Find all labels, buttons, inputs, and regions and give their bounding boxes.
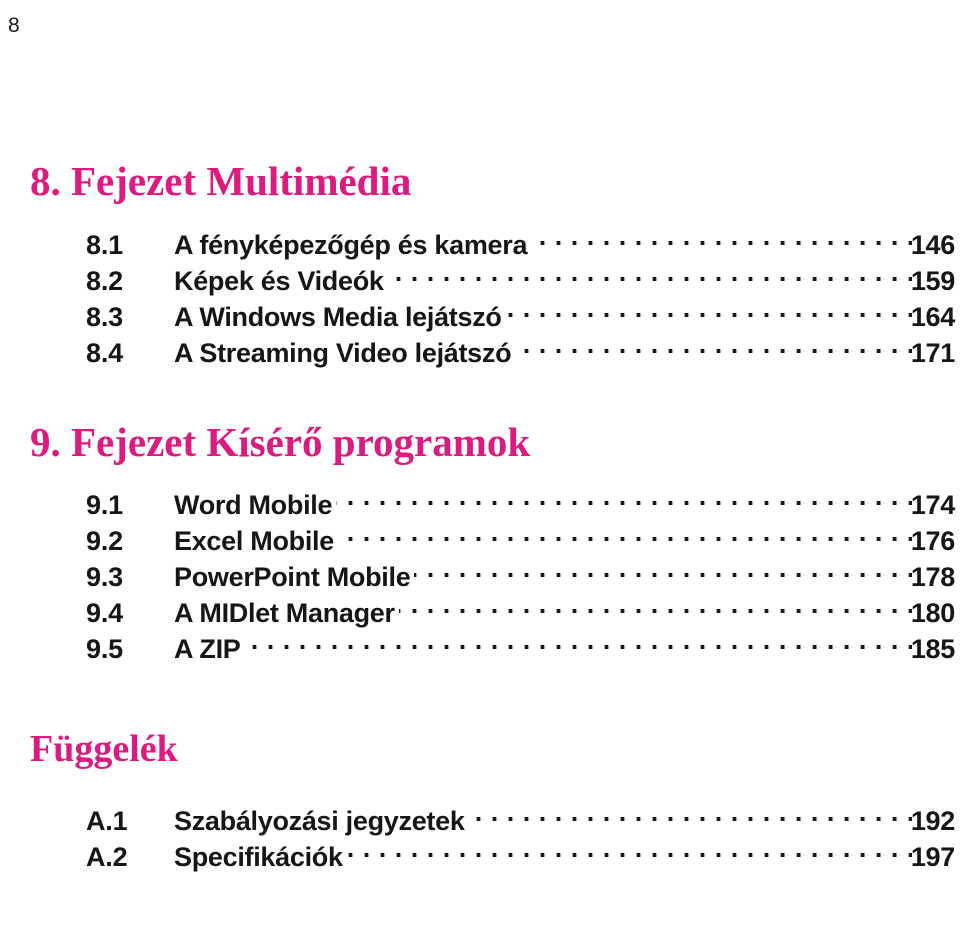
section-chapter-9: 9. Fejezet Kísérő programok — [0, 419, 960, 466]
toc-entry-dot-leader — [531, 227, 912, 254]
section-heading-chapter-9: 9. Fejezet Kísérő programok — [30, 419, 531, 466]
toc-entry-dot-leader — [336, 487, 912, 514]
toc-entry-title: Word Mobile — [174, 489, 333, 520]
toc-entry-title: A MIDlet Manager — [174, 597, 395, 628]
toc-entry-number: 9.2 — [86, 525, 123, 556]
toc-entry-number: 8.2 — [86, 266, 123, 297]
toc-entry[interactable]: 8.1 A fényképezőgép és kamera 146 — [0, 227, 960, 263]
toc-entry-page-number: 174 — [910, 489, 955, 520]
toc-entry-number: A.1 — [86, 806, 128, 837]
toc-entry-dot-leader — [347, 839, 912, 866]
toc-entry[interactable]: 9.1 Word Mobile 174 — [0, 487, 960, 523]
toc-entry[interactable]: 9.3 PowerPoint Mobile 178 — [0, 559, 960, 595]
toc-entry[interactable]: 9.5 A ZIP 185 — [0, 631, 960, 667]
toc-entry-dot-leader — [338, 523, 912, 550]
toc-entry-title: Specifikációk — [174, 842, 343, 873]
toc-entry-number: 9.4 — [86, 597, 123, 628]
toc-entry[interactable]: 9.2 Excel Mobile 176 — [0, 523, 960, 559]
toc-entry-number: 8.4 — [86, 338, 123, 369]
section-chapter-8: 8. Fejezet Multimédia — [0, 158, 960, 204]
toc-entry-title: A Windows Media lejátszó — [174, 302, 502, 333]
toc-entry-dot-leader — [506, 299, 912, 326]
toc-entry-title: A Streaming Video lejátszó — [174, 338, 512, 369]
toc-entry-number: 8.1 — [86, 230, 123, 261]
toc-entry-number: 9.1 — [86, 489, 123, 520]
toc-entry[interactable]: A.2 Specifikációk 197 — [0, 839, 960, 875]
toc-entry-title: PowerPoint Mobile — [174, 561, 411, 592]
page-number-folio: 8 — [8, 14, 20, 37]
toc-content: 8. Fejezet Multimédia 8.1 A fényképezőgé… — [0, 158, 960, 875]
toc-entry[interactable]: 8.2 Képek és Videók 159 — [0, 263, 960, 299]
toc-entry[interactable]: A.1 Szabályozási jegyzetek 192 — [0, 803, 960, 839]
toc-entry[interactable]: 8.3 A Windows Media lejátszó 164 — [0, 299, 960, 335]
toc-entry-page-number: 178 — [910, 561, 955, 592]
toc-entry-title: Képek és Videók — [174, 266, 384, 297]
toc-entry-dot-leader — [469, 803, 912, 830]
toc-entry-title: A ZIP — [174, 633, 241, 664]
toc-entry-page-number: 159 — [910, 266, 955, 297]
toc-entry-list-chapter-9: 9.1 Word Mobile 174 9.2 Excel Mobile 176… — [0, 487, 960, 667]
toc-entry-list-appendix: A.1 Szabályozási jegyzetek 192 A.2 Speci… — [0, 803, 960, 875]
toc-entry-dot-leader — [399, 595, 912, 622]
toc-entry-dot-leader — [245, 631, 912, 658]
toc-entry-page-number: 164 — [910, 302, 955, 333]
toc-entry-dot-leader — [414, 559, 911, 586]
toc-entry-page-number: 185 — [910, 633, 955, 664]
toc-entry-page-number: 176 — [910, 525, 955, 556]
toc-page: 8 8. Fejezet Multimédia 8.1 A fényképező… — [0, 0, 960, 934]
toc-entry-dot-leader — [388, 263, 912, 290]
toc-entry-number: A.2 — [86, 842, 128, 873]
toc-entry-page-number: 180 — [910, 597, 955, 628]
toc-entry-page-number: 171 — [910, 338, 955, 369]
toc-entry[interactable]: 8.4 A Streaming Video lejátszó 171 — [0, 335, 960, 371]
toc-entry-dot-leader — [515, 335, 912, 362]
toc-entry-title: Szabályozási jegyzetek — [174, 806, 465, 837]
toc-entry-title: A fényképezőgép és kamera — [174, 230, 528, 261]
toc-entry-page-number: 197 — [910, 842, 955, 873]
toc-entry-list-chapter-8: 8.1 A fényképezőgép és kamera 146 8.2 Ké… — [0, 227, 960, 371]
toc-entry-number: 9.3 — [86, 561, 123, 592]
section-heading-appendix: Függelék — [30, 727, 178, 770]
toc-entry[interactable]: 9.4 A MIDlet Manager 180 — [0, 595, 960, 631]
toc-entry-page-number: 146 — [910, 230, 955, 261]
toc-entry-number: 8.3 — [86, 302, 123, 333]
toc-entry-page-number: 192 — [910, 806, 955, 837]
section-appendix: Függelék — [0, 727, 960, 770]
toc-entry-number: 9.5 — [86, 633, 123, 664]
toc-entry-title: Excel Mobile — [174, 525, 334, 556]
section-heading-chapter-8: 8. Fejezet Multimédia — [30, 158, 412, 204]
